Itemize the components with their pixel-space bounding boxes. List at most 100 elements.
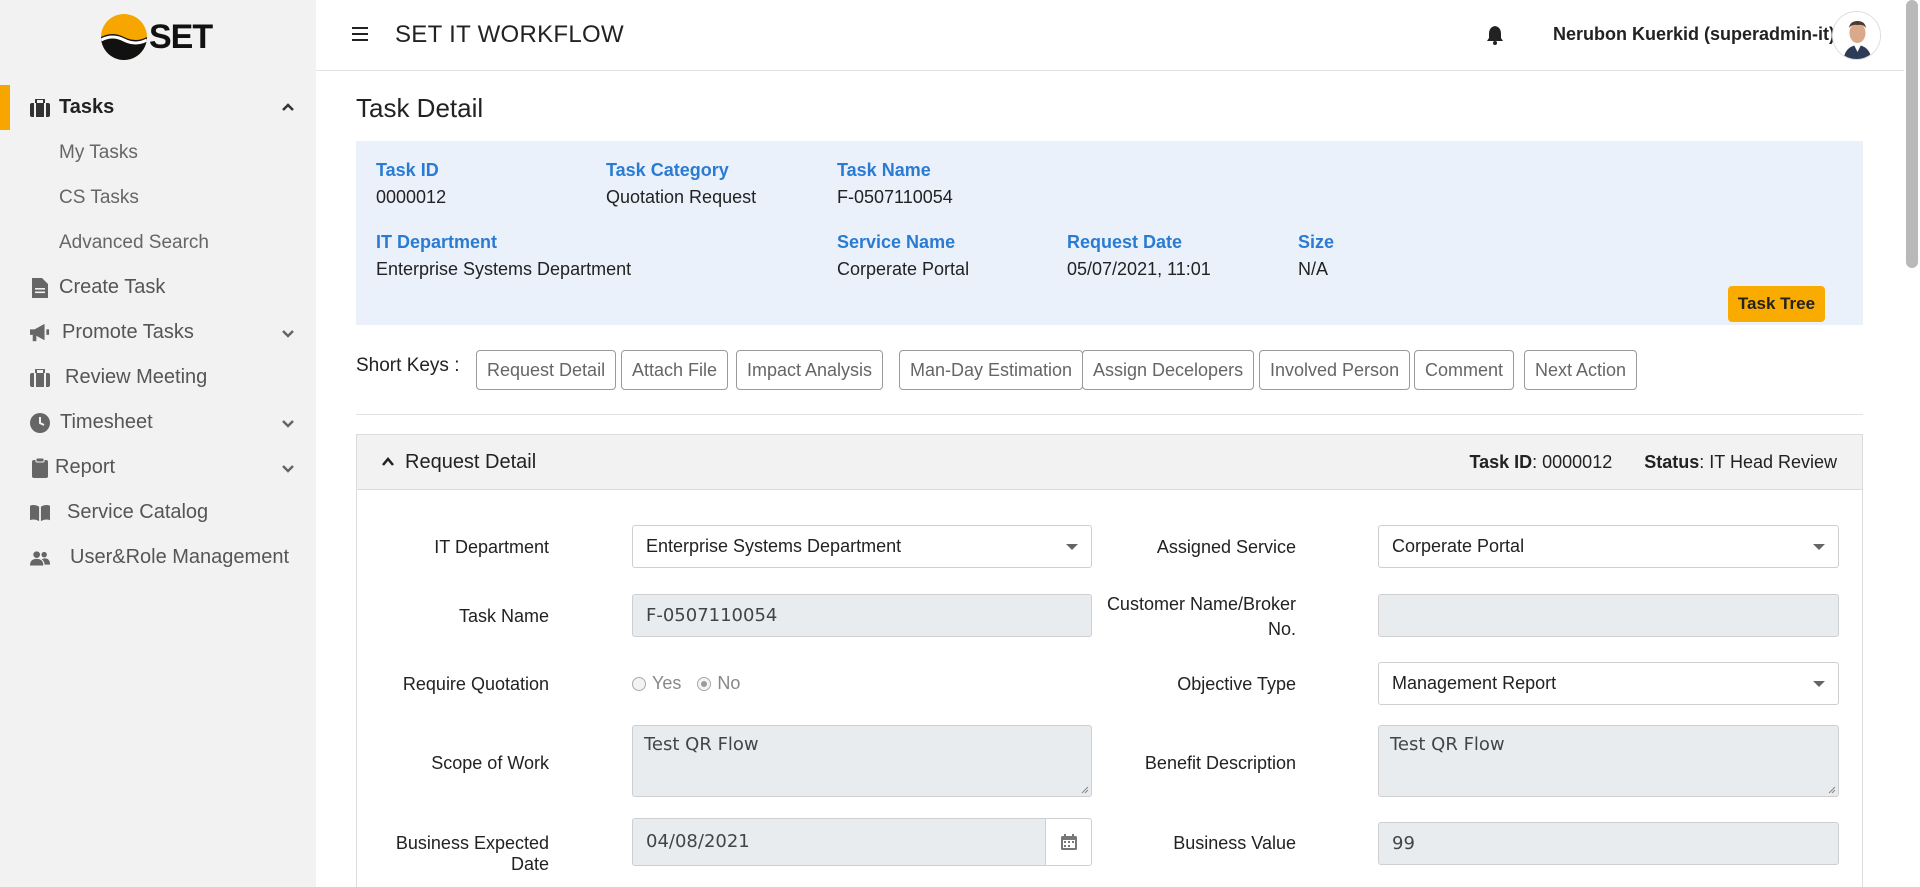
sidebar-item-label: Timesheet	[60, 411, 153, 433]
require-quotation-label: Require Quotation	[402, 674, 549, 694]
business-value-label: Business Value	[1173, 833, 1296, 853]
resize-grip-icon[interactable]	[1079, 784, 1089, 794]
summary-label: Task ID	[376, 160, 439, 180]
objective-type-value: Management Report	[1392, 673, 1557, 693]
shortkey-attach-file-button[interactable]: Attach File	[621, 350, 729, 390]
summary-label: Task Name	[837, 160, 931, 180]
summary-it-department: IT Department Enterprise Systems Departm…	[376, 232, 631, 280]
benefit-description-label: Benefit Description	[1144, 753, 1296, 773]
sidebar-item-my-tasks[interactable]: My Tasks	[0, 130, 316, 175]
shortkey-involved-person-button[interactable]: Involved Person	[1259, 350, 1411, 390]
sidebar-item-advanced-search[interactable]: Advanced Search	[0, 220, 316, 265]
meta-status: : IT Head Review	[1699, 452, 1837, 472]
benefit-description-textarea[interactable]: Test QR Flow	[1378, 725, 1839, 797]
require-quotation-yes-radio[interactable]	[632, 676, 646, 691]
sidebar-nav: Tasks My Tasks CS Tasks Advanced Search …	[0, 85, 316, 580]
bell-icon[interactable]	[1486, 25, 1504, 45]
scrollbar-thumb[interactable]	[1906, 0, 1918, 268]
summary-task-category: Task Category Quotation Request	[606, 160, 756, 208]
summary-value: Quotation Request	[606, 187, 757, 207]
customer-name-label-line1: Customer Name/Broker	[1106, 594, 1296, 614]
set-logo[interactable]: SET	[101, 14, 213, 60]
scope-of-work-label: Scope of Work	[431, 753, 549, 773]
sidebar-item-user-role-management[interactable]: User&Role Management	[0, 535, 316, 580]
require-quotation-radio-group: Yes No	[632, 673, 740, 694]
chevron-down-icon	[282, 464, 294, 473]
customer-name-label-line2: No.	[1267, 619, 1296, 639]
summary-label: Service Name	[837, 232, 956, 252]
summary-task-name: Task Name F-0507110054	[837, 160, 953, 208]
megaphone-icon	[30, 323, 50, 343]
request-detail-meta: Task ID: 0000012 Status: IT Head Review	[1469, 452, 1837, 473]
sidebar-item-service-catalog[interactable]: Service Catalog	[0, 490, 316, 535]
meta-task-id-label: Task ID	[1469, 452, 1533, 472]
radio-yes-label: Yes	[652, 673, 682, 693]
radio-no-label: No	[717, 673, 741, 693]
task-name-field[interactable]: F-0507110054	[632, 594, 1092, 637]
logo-mark-icon	[101, 14, 147, 60]
summary-label: Request Date	[1067, 232, 1183, 252]
summary-service-name: Service Name Corperate Portal	[837, 232, 969, 280]
request-detail-title: Request Detail	[405, 451, 537, 473]
shortkey-request-detail-button[interactable]: Request Detail	[476, 350, 617, 390]
summary-label: Task Category	[606, 160, 729, 180]
task-tree-button[interactable]: Task Tree	[1728, 286, 1825, 322]
business-expected-date-label: Business Expected Date	[395, 833, 549, 874]
calendar-button[interactable]	[1045, 818, 1092, 866]
logo-text: SET	[149, 17, 213, 56]
sidebar-item-review-meeting[interactable]: Review Meeting	[0, 355, 316, 400]
scope-of-work-textarea[interactable]: Test QR Flow	[632, 725, 1092, 797]
customer-name-label: Customer Name/Broker No.	[1107, 592, 1296, 642]
sidebar-item-label: Service Catalog	[67, 501, 209, 523]
shortkey-comment-button[interactable]: Comment	[1414, 350, 1515, 390]
sidebar-item-report[interactable]: Report	[0, 445, 316, 490]
sidebar-item-timesheet[interactable]: Timesheet	[0, 400, 316, 445]
scope-of-work-value: Test QR Flow	[644, 734, 759, 755]
business-value-field[interactable]: 99	[1378, 822, 1839, 865]
summary-value: Enterprise Systems Department	[376, 259, 632, 279]
hamburger-menu-icon[interactable]	[352, 27, 368, 41]
it-department-select[interactable]: Enterprise Systems Department	[632, 525, 1092, 568]
business-expected-date-field[interactable]: 04/08/2021	[632, 818, 1046, 866]
assigned-service-select[interactable]: Corperate Portal	[1378, 525, 1839, 568]
objective-type-label: Objective Type	[1177, 674, 1296, 694]
divider	[356, 414, 1863, 415]
objective-type-select[interactable]: Management Report	[1378, 662, 1839, 705]
sidebar-item-label: Promote Tasks	[62, 321, 194, 343]
shortkey-assign-developers-button[interactable]: Assign Decelopers	[1082, 350, 1255, 390]
briefcase-icon	[30, 98, 50, 118]
caret-down-icon	[1813, 681, 1825, 687]
sidebar-item-promote-tasks[interactable]: Promote Tasks	[0, 310, 316, 355]
file-icon	[30, 277, 50, 298]
users-icon	[30, 548, 50, 568]
customer-name-field[interactable]	[1378, 594, 1839, 637]
summary-request-date: Request Date 05/07/2021, 11:01	[1067, 232, 1211, 280]
shortkey-man-day-estimation-button[interactable]: Man-Day Estimation	[899, 350, 1084, 390]
summary-value: F-0507110054	[837, 187, 953, 207]
avatar[interactable]	[1832, 11, 1881, 60]
meta-task-id: : 0000012	[1532, 452, 1613, 472]
require-quotation-no-radio[interactable]	[697, 676, 712, 691]
page-title: Task Detail	[356, 93, 484, 123]
it-department-value: Enterprise Systems Department	[646, 536, 902, 556]
sidebar-item-label: User&Role Management	[70, 546, 289, 568]
meta-status-label: Status	[1644, 452, 1700, 472]
sidebar-item-cs-tasks[interactable]: CS Tasks	[0, 175, 316, 220]
caret-down-icon	[1813, 544, 1825, 550]
summary-value: 05/07/2021, 11:01	[1067, 259, 1211, 279]
shortkey-next-action-button[interactable]: Next Action	[1524, 350, 1638, 390]
user-name[interactable]: Nerubon Kuerkid (superadmin-it)	[1553, 24, 1835, 45]
task-name-label: Task Name	[458, 606, 549, 626]
sidebar-item-label: Review Meeting	[65, 366, 208, 388]
benefit-description-value: Test QR Flow	[1390, 734, 1505, 755]
sidebar-item-create-task[interactable]: Create Task	[0, 265, 316, 310]
summary-value: Corperate Portal	[837, 259, 970, 279]
sidebar: SET Tasks My Tasks CS Tasks Advanced Sea…	[0, 0, 316, 887]
request-detail-header[interactable]: Request Detail Task ID: 0000012 Status: …	[357, 435, 1862, 490]
chevron-up-icon[interactable]	[382, 457, 394, 467]
book-icon	[30, 503, 50, 523]
summary-task-id: Task ID 0000012	[376, 160, 446, 208]
shortkey-impact-analysis-button[interactable]: Impact Analysis	[736, 350, 884, 390]
sidebar-item-tasks[interactable]: Tasks	[0, 85, 316, 130]
resize-grip-icon[interactable]	[1826, 784, 1836, 794]
